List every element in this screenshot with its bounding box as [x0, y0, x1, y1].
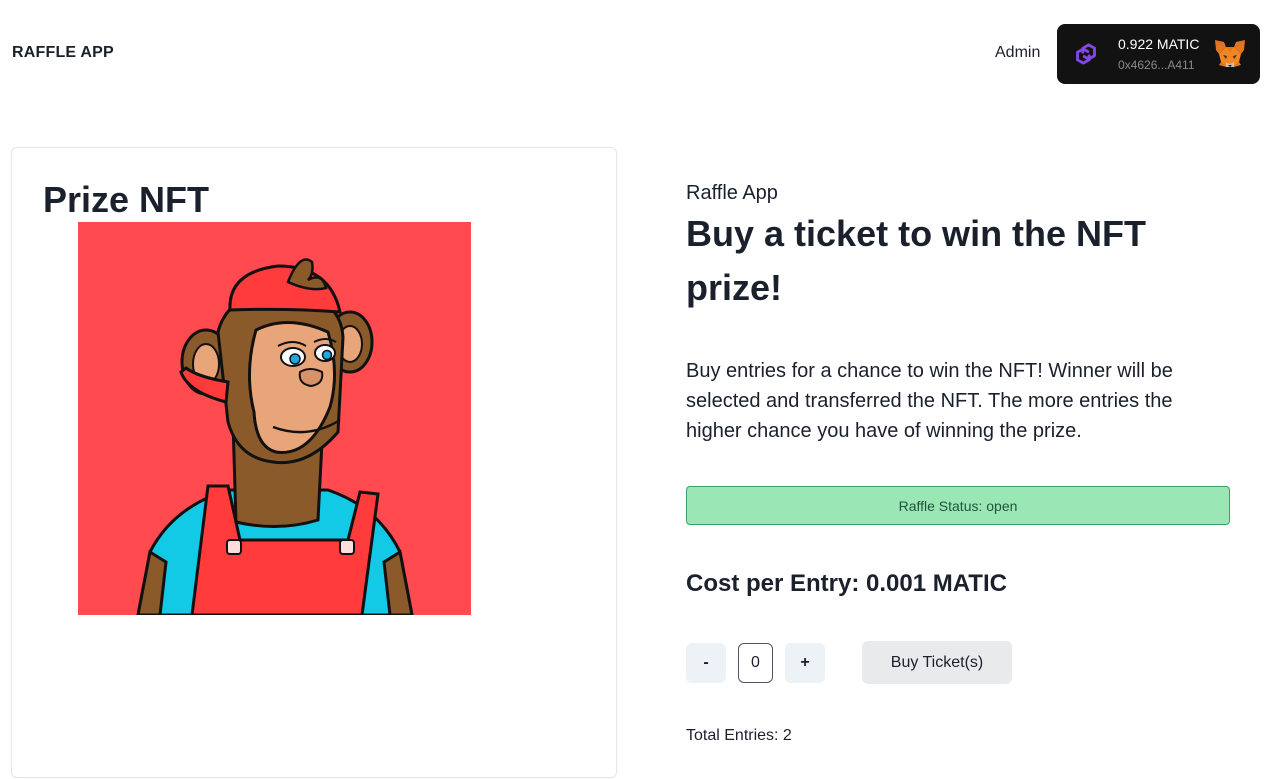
admin-link[interactable]: Admin — [995, 44, 1040, 62]
app-brand[interactable]: RAFFLE APP — [12, 44, 114, 62]
prize-title: Prize NFT — [43, 179, 210, 220]
metamask-fox-icon — [1215, 40, 1245, 67]
section-eyebrow: Raffle App — [686, 182, 778, 204]
raffle-description: Buy entries for a chance to win the NFT!… — [686, 360, 1173, 442]
decrement-button[interactable]: - — [686, 643, 726, 683]
bored-ape-nft-image — [78, 222, 471, 615]
total-entries: Total Entries: 2 — [686, 727, 792, 744]
quantity-input[interactable] — [738, 643, 773, 683]
buy-tickets-button[interactable]: Buy Ticket(s) — [862, 641, 1012, 684]
wallet-address: 0x4626...A411 — [1118, 58, 1195, 72]
cost-per-entry: Cost per Entry: 0.001 MATIC — [686, 570, 1007, 597]
polygon-icon — [1076, 43, 1096, 65]
page-headline: Buy a ticket to win the NFT prize! — [686, 213, 1147, 308]
wallet-connect-button[interactable]: 0.922 MATIC 0x4626...A411 — [1057, 24, 1260, 84]
page: RAFFLE APP Admin 0.922 MATIC 0x4626...A4… — [0, 0, 1267, 779]
increment-button[interactable]: + — [785, 643, 825, 683]
prize-card: Prize NFT — [11, 147, 617, 778]
ape-illustration — [78, 222, 471, 615]
raffle-status-badge: Raffle Status: open — [686, 486, 1230, 525]
wallet-balance: 0.922 MATIC — [1118, 36, 1200, 52]
